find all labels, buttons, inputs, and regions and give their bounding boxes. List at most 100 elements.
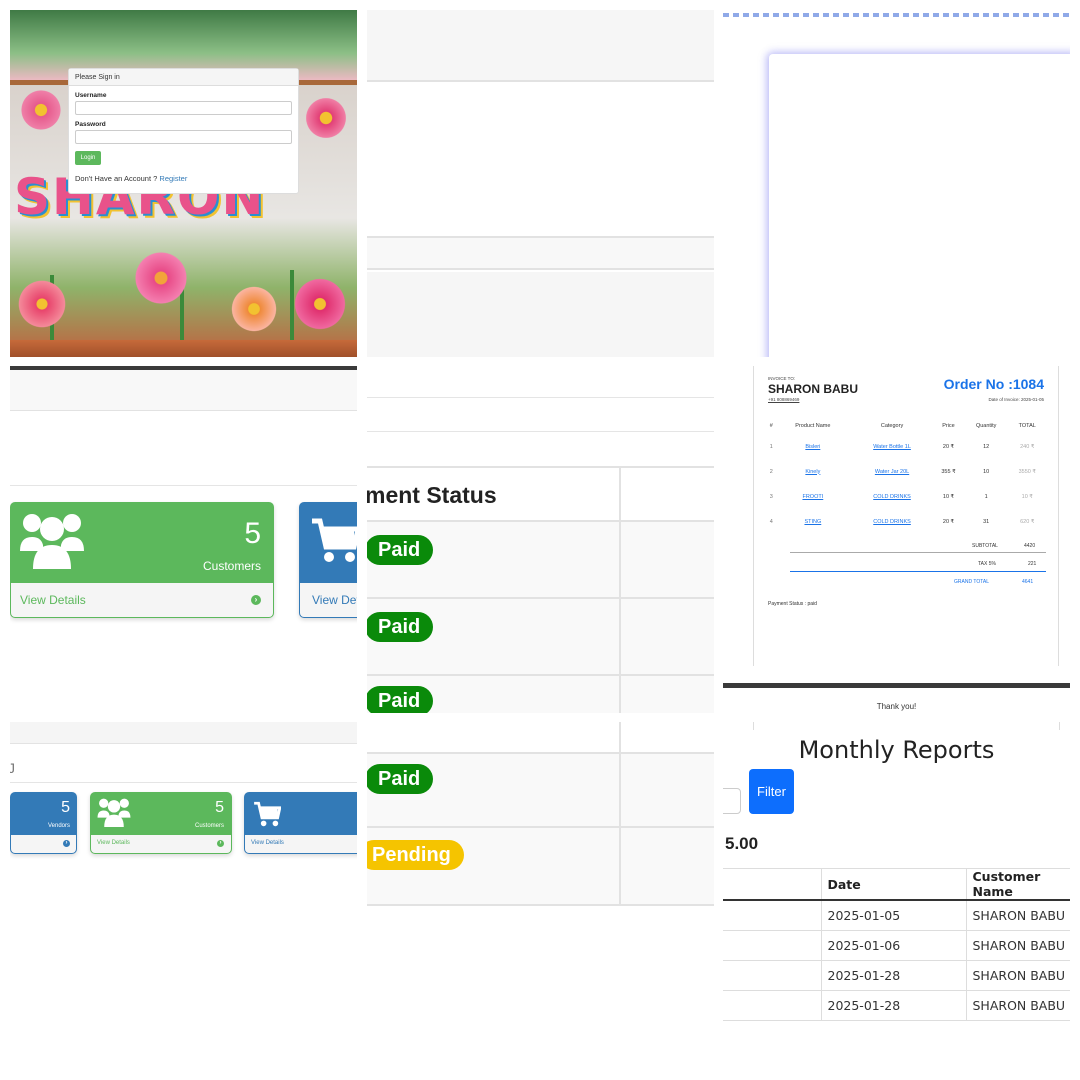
category-link[interactable]: COLD DRINKS xyxy=(851,509,933,534)
blank-page-view xyxy=(723,10,1070,357)
category-link[interactable]: COLD DRINKS xyxy=(851,484,933,509)
password-input[interactable] xyxy=(75,130,292,144)
view-details-link[interactable]: View Details xyxy=(97,840,130,846)
status-badge: Pending xyxy=(367,840,464,870)
thank-you-text: Thank you! xyxy=(876,702,917,711)
product-link[interactable]: STING xyxy=(775,509,851,534)
subtotal-value: 4420 xyxy=(1024,543,1036,549)
column-header xyxy=(723,868,821,901)
month-input[interactable] xyxy=(723,788,741,814)
table-cell: 12 xyxy=(983,443,990,450)
category-link[interactable]: Water Jar 20L xyxy=(851,459,933,484)
table-row: 4 STING COLD DRINKS 20 ₹ 31 620 ₹ xyxy=(768,509,1046,534)
username-input[interactable] xyxy=(75,101,292,115)
grey-panel xyxy=(367,236,714,270)
invoice-customer-name: SHARON BABU xyxy=(768,382,858,396)
register-link[interactable]: Register xyxy=(159,174,187,183)
payment-status-text: Payment Status : paid xyxy=(768,601,817,607)
view-details-link[interactable]: View Details xyxy=(251,840,284,846)
users-icon xyxy=(97,798,131,827)
table-cell: 10 ₹ xyxy=(1021,493,1033,500)
table-row: Paid xyxy=(367,676,714,713)
customers-card-footer[interactable]: View Details › xyxy=(91,835,231,853)
customers-label: Customers xyxy=(194,823,224,829)
vendors-label: Vendors xyxy=(47,823,70,829)
product-link[interactable]: Bisleri xyxy=(775,434,851,459)
reports-title: Monthly Reports xyxy=(798,736,995,764)
divider xyxy=(10,782,357,783)
customers-card-footer[interactable]: View Details › xyxy=(11,583,273,617)
table-spacer xyxy=(367,398,714,432)
vendors-card: 5 Vendors › xyxy=(10,792,77,854)
table-row: 3 FROOTI COLD DRINKS 10 ₹ 1 10 ₹ xyxy=(768,484,1046,509)
customer-cell: SHARON BABU xyxy=(965,900,1070,931)
view-details-link[interactable]: View Details xyxy=(20,593,86,607)
customers-card: 5 Customers View Details › xyxy=(10,502,274,618)
table-cell: 240 ₹ xyxy=(1020,443,1035,450)
login-button[interactable]: Login xyxy=(75,151,101,165)
sub-navbar xyxy=(10,722,357,744)
customer-cell: SHARON BABU xyxy=(965,960,1070,991)
flower-decoration xyxy=(16,90,66,130)
dotted-border xyxy=(723,13,1070,17)
column-header: # xyxy=(769,423,773,429)
payment-status-table: ment Status Paid Paid Paid xyxy=(367,366,714,713)
orders-card-footer[interactable]: View Details xyxy=(245,835,357,853)
customer-cell: SHARON BABU xyxy=(965,930,1070,961)
product-link[interactable]: FROOTI xyxy=(775,484,851,509)
invoice-view: INVOICE TO: SHARON BABU +91 808869469 Or… xyxy=(723,366,1070,713)
category-link[interactable]: Water Bottle 1L xyxy=(851,434,933,459)
view-details-link[interactable]: View Details xyxy=(312,593,357,607)
login-panel-title: Please Sign in xyxy=(69,69,298,86)
status-badge: Paid xyxy=(367,764,434,794)
table-cell xyxy=(723,900,821,931)
invoice-paper: INVOICE TO: SHARON BABU +91 808869469 Or… xyxy=(753,366,1059,666)
table-cell: 3 xyxy=(769,493,773,500)
password-label: Password xyxy=(75,121,106,128)
page-break-bar xyxy=(723,683,1070,688)
dashboard-zoomed: 5 Customers View Details › View Details xyxy=(10,366,357,713)
grey-panel xyxy=(367,10,714,82)
status-badge: Paid xyxy=(367,686,434,713)
status-badge: Paid xyxy=(367,535,434,565)
table-header-row: Date Customer Name xyxy=(723,868,1070,901)
table-row: Paid xyxy=(367,752,714,828)
table-cell: 10 ₹ xyxy=(942,493,955,500)
flower-decoration xyxy=(226,286,282,332)
table-row: 2025-01-05 SHARON BABU xyxy=(723,900,1070,931)
column-divider xyxy=(619,466,621,713)
column-header: Date xyxy=(820,868,966,901)
reports-table: Date Customer Name 2025-01-05 SHARON BAB… xyxy=(723,868,1070,1021)
divider xyxy=(790,552,1046,553)
table-row: Paid xyxy=(367,522,714,599)
table-cell: 620 ₹ xyxy=(1020,518,1035,525)
column-header: TOTAL xyxy=(1018,423,1036,429)
table-cell: 10 xyxy=(983,468,990,475)
vendors-card-footer[interactable]: › xyxy=(11,835,76,853)
status-badge: Paid xyxy=(367,612,434,642)
payment-status-table-continued: Paid Pending xyxy=(367,722,714,912)
table-cell: 4 xyxy=(769,518,773,525)
date-cell: 2025-01-05 xyxy=(820,900,966,931)
tax-label: TAX 5% xyxy=(978,561,996,567)
invoice-table: # Product Name Category Price Quantity T… xyxy=(768,418,1046,534)
arrow-circle-right-icon: › xyxy=(217,840,224,847)
invoice-order-number: Order No :1084 xyxy=(943,376,1044,392)
blank-panels-view xyxy=(367,10,714,357)
blank-card xyxy=(769,54,1070,357)
subtotal-label: SUBTOTAL xyxy=(972,543,998,549)
table-cell xyxy=(723,990,821,1021)
table-cell: 2 xyxy=(769,468,773,475)
orders-card-footer[interactable]: View Details xyxy=(300,583,357,617)
product-link[interactable]: Kinely xyxy=(775,459,851,484)
divider xyxy=(1059,722,1060,730)
filter-button[interactable]: Filter xyxy=(749,769,794,814)
column-header: Customer Name xyxy=(965,868,1070,901)
register-prompt: Don't Have an Account ? Register xyxy=(75,174,298,183)
users-icon xyxy=(20,514,84,569)
table-cell: 20 ₹ xyxy=(942,443,955,450)
username-label: Username xyxy=(75,92,107,99)
no-account-text: Don't Have an Account ? xyxy=(75,174,158,183)
table-row: 2025-01-06 SHARON BABU xyxy=(723,930,1070,961)
flower-decoration xyxy=(290,278,350,330)
